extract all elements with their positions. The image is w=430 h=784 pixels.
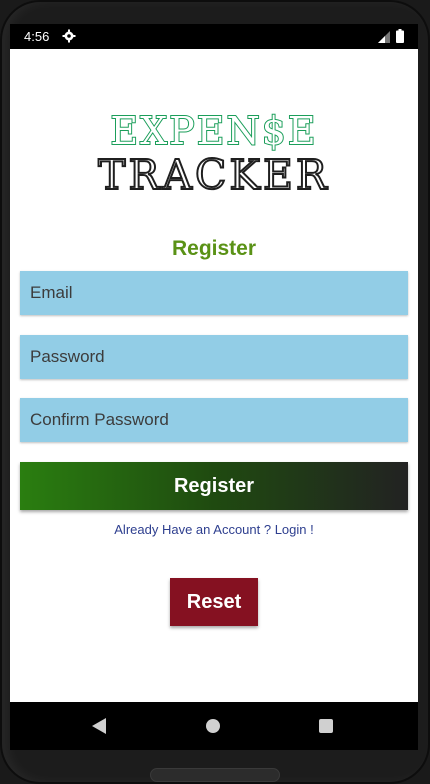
signal-icon (378, 31, 390, 43)
register-screen: EXPEN$E TRACKER Register Register Alread… (10, 49, 418, 727)
device-screen: 4:56 EXPEN$E TRACKER Register Email Regi… (10, 24, 418, 750)
status-bar: 4:56 (10, 24, 418, 49)
status-time: 4:56 (24, 29, 50, 44)
email-field[interactable] (20, 271, 408, 315)
login-link[interactable]: Already Have an Account ? Login ! (10, 522, 418, 537)
phone-frame: 4:56 EXPEN$E TRACKER Register Email Regi… (0, 0, 430, 784)
navigation-bar (10, 702, 418, 750)
gear-icon (62, 29, 76, 43)
password-field[interactable] (20, 335, 408, 379)
page-title: Register (171, 237, 257, 260)
logo-expense: EXPEN$E (109, 108, 318, 154)
reset-button[interactable]: Reset (170, 578, 258, 626)
back-icon[interactable] (92, 718, 106, 734)
register-button[interactable]: Register (20, 462, 408, 510)
logo-tracker: TRACKER (97, 150, 330, 200)
recents-icon[interactable] (319, 719, 333, 733)
confirm-password-field[interactable] (20, 398, 408, 442)
phone-bottom-bar (150, 768, 280, 782)
battery-icon (396, 29, 404, 43)
home-icon[interactable] (206, 719, 220, 733)
